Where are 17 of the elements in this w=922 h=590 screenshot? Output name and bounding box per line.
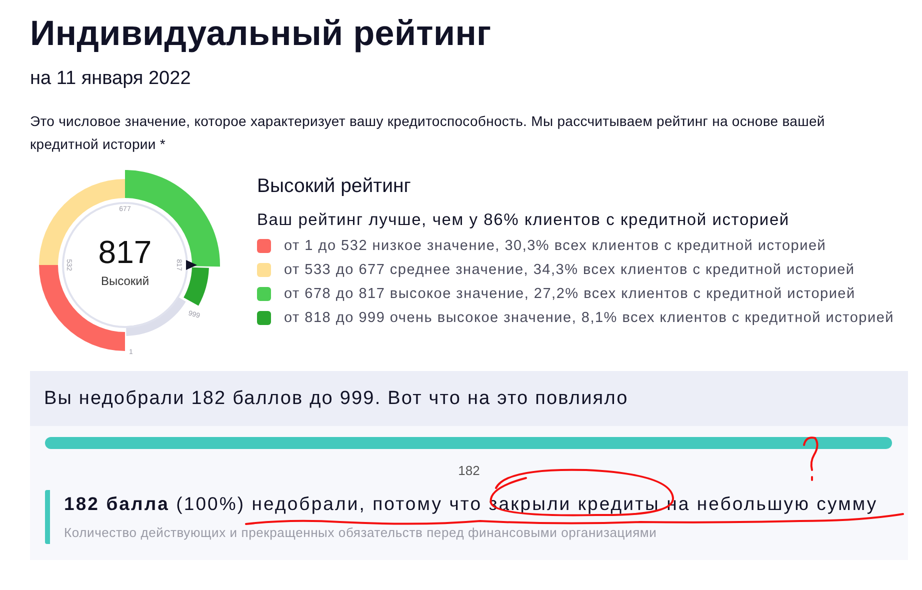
- date-text: на 11 января 2022: [30, 68, 192, 90]
- legend-text: от 818 до 999 очень высокое значение, 8,1% всех клиентов с кредитной историей: [284, 310, 894, 326]
- pointer-icon: [186, 260, 197, 270]
- legend-text: от 1 до 532 низкое значение, 30,3% всех клиентов с кредитной историей: [284, 238, 826, 254]
- gauge-remaining-arc: [126, 296, 186, 336]
- page-title: Индивидуальный рейтинг: [30, 14, 492, 54]
- description-text: Это числовое значение, которое характеризует вашу кредитоспособность. Мы рассчитываем рейтинг на основе вашей кредитной истории *: [30, 112, 826, 154]
- legend-text: от 533 до 677 среднее значение, 34,3% всех клиентов с кредитной историей: [284, 262, 855, 278]
- factor-detail: Количество действующих и прекращенных обязательств перед финансовыми организациями: [64, 525, 658, 540]
- factors-heading: Вы недобрали 182 баллов до 999. Вот что на это повлияло: [30, 371, 908, 426]
- progress-label: 182: [457, 463, 481, 478]
- score-label: Высокий: [100, 274, 150, 288]
- legend-text: от 678 до 817 высокое значение, 27,2% всех клиентов с кредитной историей: [284, 286, 856, 302]
- score-value: 817: [98, 234, 152, 270]
- question-mark-scribble: [803, 436, 818, 481]
- rating-title: Высокий рейтинг: [257, 175, 412, 198]
- rating-subtitle: Ваш рейтинг лучше, чем у 86% клиентов с кредитной историей: [257, 211, 790, 230]
